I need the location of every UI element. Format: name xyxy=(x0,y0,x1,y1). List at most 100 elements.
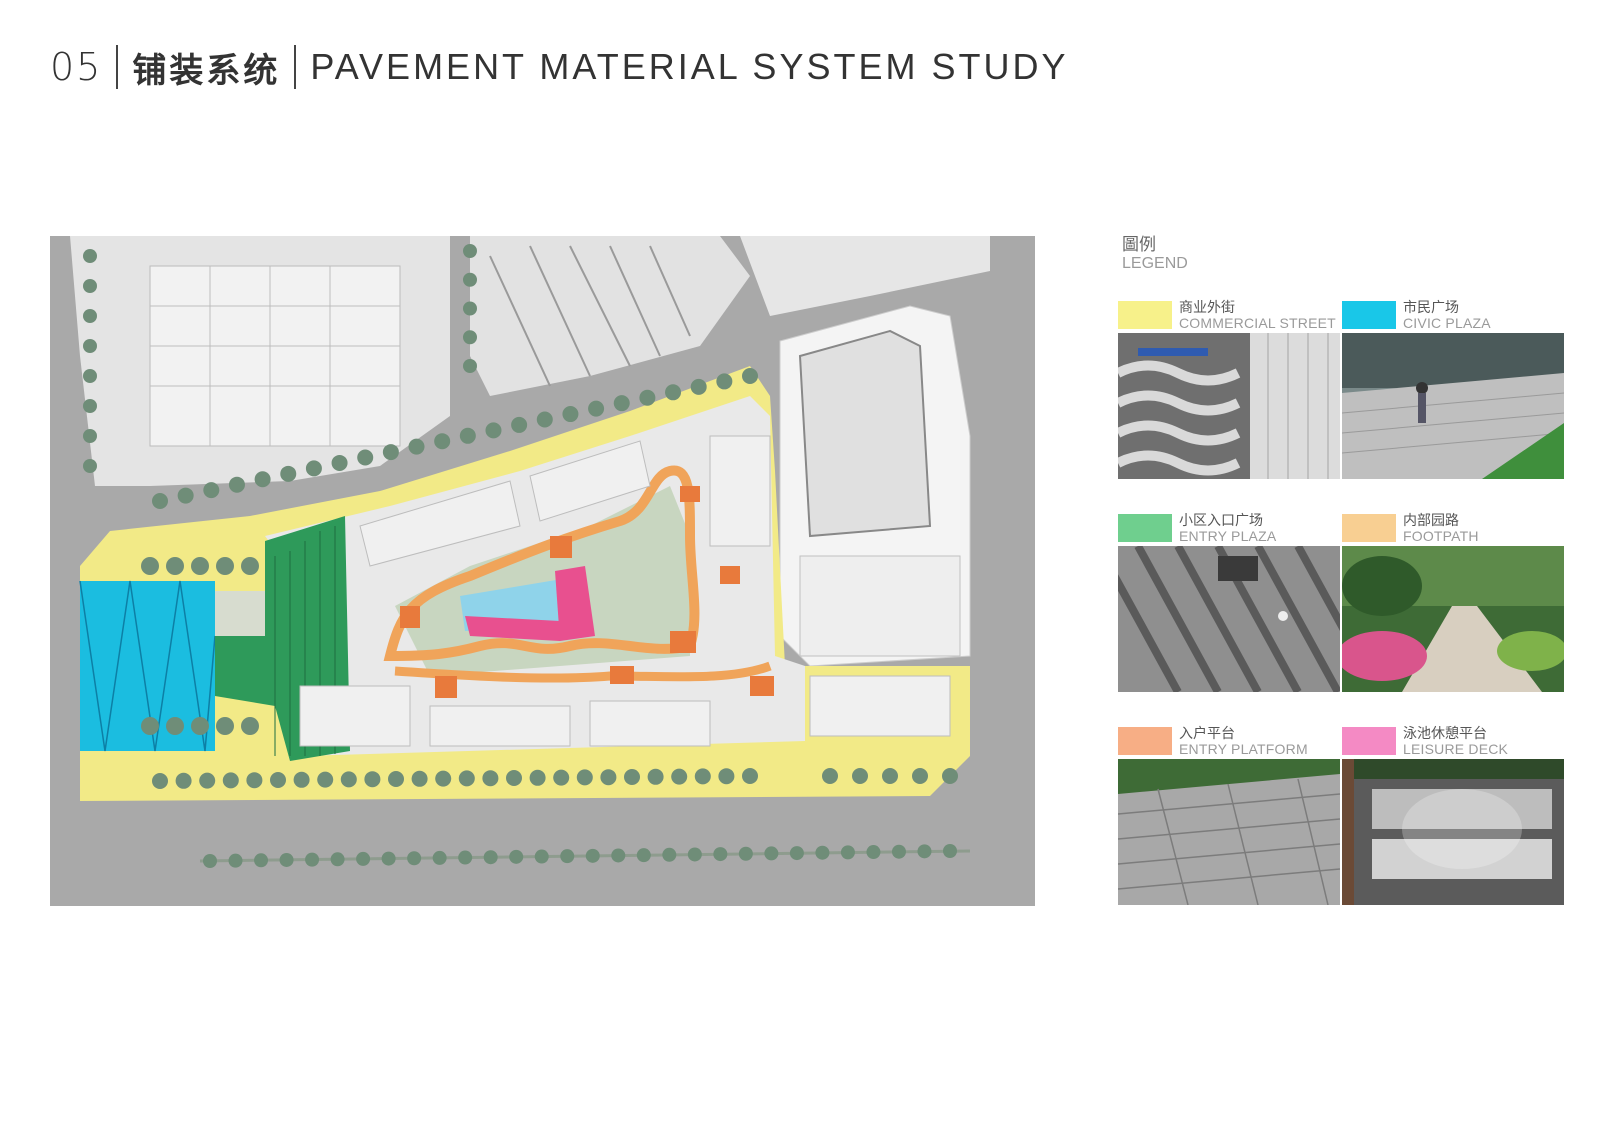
site-plan xyxy=(50,236,1035,906)
legend-item-entry-plaza: 小区入口广场 ENTRY PLAZA xyxy=(1118,514,1340,692)
legend-item-entry-platform: 入户平台 ENTRY PLATFORM xyxy=(1118,727,1340,905)
tree-canopy xyxy=(611,848,626,863)
legend-swatch xyxy=(1342,301,1396,329)
tree-canopy xyxy=(882,768,898,784)
tree-canopy xyxy=(141,717,159,735)
tree-canopy xyxy=(166,717,184,735)
legend-title-en: LEGEND xyxy=(1122,255,1188,272)
leisure-deck-photo xyxy=(1342,759,1564,905)
entry-plaza-photo xyxy=(1118,546,1340,692)
tree-canopy xyxy=(458,770,475,787)
tree-canopy xyxy=(943,844,957,858)
tree-canopy xyxy=(254,471,271,488)
legend-label-cn: 入户平台 xyxy=(1179,726,1235,742)
tree-canopy xyxy=(305,852,320,867)
tree-canopy xyxy=(435,770,452,787)
tree-canopy xyxy=(330,852,345,867)
legend-swatch xyxy=(1118,301,1172,329)
tree-canopy xyxy=(647,768,664,785)
legend-label-en: ENTRY PLAZA xyxy=(1179,528,1277,544)
tree-canopy xyxy=(83,429,97,443)
legend-swatch xyxy=(1118,514,1172,542)
tree-canopy xyxy=(912,768,928,784)
tree-canopy xyxy=(241,557,259,575)
section-title-cn: 铺装系统 xyxy=(132,50,281,91)
tree-canopy xyxy=(718,768,735,785)
tree-canopy xyxy=(690,378,707,395)
tree-canopy xyxy=(742,768,758,784)
legend-label-cn: 商业外街 xyxy=(1179,300,1235,316)
southeast-building xyxy=(809,675,951,737)
legend-label-en: FOOTPATH xyxy=(1403,528,1479,544)
tree-canopy xyxy=(228,853,243,868)
legend-label-cn: 小区入口广场 xyxy=(1179,513,1263,529)
east-lot xyxy=(799,555,961,657)
tree-canopy xyxy=(199,772,216,789)
tree-canopy xyxy=(482,770,499,787)
entry-platform-photo xyxy=(1118,759,1340,905)
footpath-photo xyxy=(1342,546,1564,692)
tree-canopy xyxy=(463,301,477,316)
south-building xyxy=(429,705,571,747)
tree-canopy xyxy=(458,850,473,865)
tree-canopy xyxy=(463,272,477,287)
tree-canopy xyxy=(789,846,804,861)
site-plan-drawing xyxy=(50,236,1035,906)
tree-canopy xyxy=(83,459,97,473)
tree-canopy xyxy=(408,438,425,455)
tree-canopy xyxy=(317,771,334,788)
tree-canopy xyxy=(485,422,502,439)
tree-canopy xyxy=(293,771,310,788)
tree-canopy xyxy=(357,449,374,466)
tree-canopy xyxy=(671,768,688,785)
tree-canopy xyxy=(222,772,239,789)
tree-canopy xyxy=(463,359,477,373)
legend-item-footpath: 内部园路 FOOTPATH xyxy=(1342,514,1564,692)
tree-canopy xyxy=(560,849,575,864)
tree-canopy xyxy=(364,771,381,788)
legend-label-en: LEISURE DECK xyxy=(1403,741,1509,757)
section-number: 05 xyxy=(50,45,103,89)
northwest-building xyxy=(149,265,401,447)
tree-canopy xyxy=(463,330,477,345)
tree-canopy xyxy=(340,771,357,788)
tree-canopy xyxy=(600,769,617,786)
legend-label-cn: 市民广场 xyxy=(1403,300,1459,316)
legend-title-cn: 圖例 xyxy=(1122,235,1156,255)
tree-canopy xyxy=(83,339,97,353)
legend-label-cn: 泳池休憩平台 xyxy=(1403,726,1487,742)
tree-canopy xyxy=(270,772,286,788)
tree-canopy xyxy=(509,849,524,864)
legend-item-leisure-deck: 泳池休憩平台 LEISURE DECK xyxy=(1342,727,1564,905)
tree-canopy xyxy=(411,770,428,787)
tree-canopy xyxy=(241,717,259,735)
tree-canopy xyxy=(576,769,593,786)
tree-canopy xyxy=(613,395,630,412)
tree-canopy xyxy=(742,368,758,384)
civic-plaza-photo xyxy=(1342,333,1564,479)
tree-canopy xyxy=(840,845,855,860)
tree-canopy xyxy=(665,384,682,401)
legend-label-en: ENTRY PLATFORM xyxy=(1179,741,1308,757)
east-inner-building xyxy=(709,435,771,547)
tree-canopy xyxy=(534,849,549,864)
tree-canopy xyxy=(434,433,451,450)
header-divider xyxy=(116,45,119,89)
tree-canopy xyxy=(716,373,733,390)
tree-canopy xyxy=(382,444,399,461)
legend-label-cn: 内部园路 xyxy=(1403,513,1459,529)
legend-label-en: CIVIC PLAZA xyxy=(1403,315,1491,331)
tree-canopy xyxy=(203,854,217,868)
tree-canopy xyxy=(83,369,97,383)
tree-canopy xyxy=(624,769,640,785)
tree-canopy xyxy=(83,279,97,293)
tree-canopy xyxy=(381,851,396,866)
legend-title: 圖例 LEGEND xyxy=(1122,230,1188,273)
tree-canopy xyxy=(246,772,263,789)
entry-platform xyxy=(610,666,634,684)
legend-item-civic-plaza: 市民广场 CIVIC PLAZA xyxy=(1342,301,1564,479)
tree-canopy xyxy=(463,244,477,258)
entry-platform xyxy=(670,631,696,653)
tree-canopy xyxy=(459,427,476,444)
tree-canopy xyxy=(687,847,702,862)
